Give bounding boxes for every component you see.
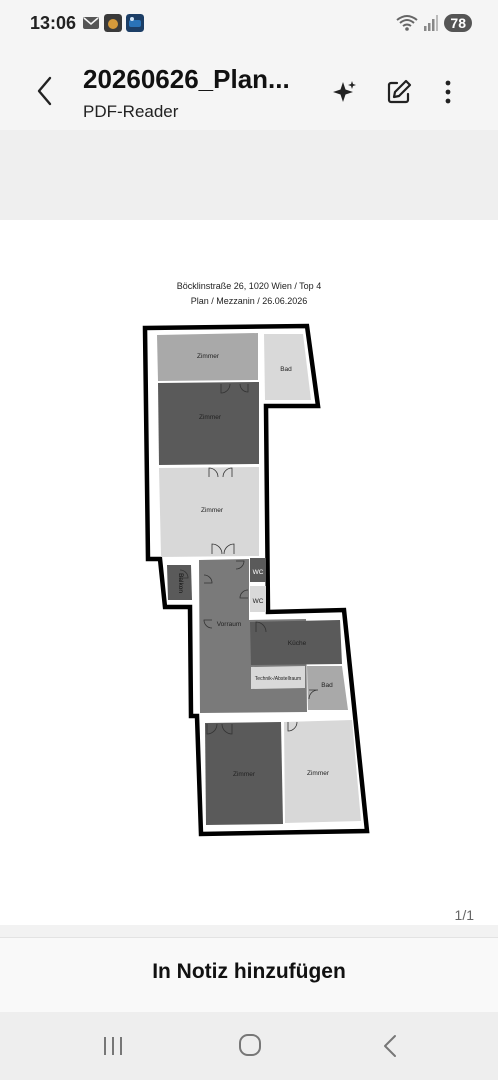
notification-icons (82, 14, 144, 32)
viewer-background (0, 130, 498, 220)
add-to-note-button[interactable]: In Notiz hinzufügen (0, 960, 498, 984)
label-zimmer-br: Zimmer (307, 770, 330, 777)
label-zimmer-mid: Zimmer (201, 507, 224, 514)
battery-indicator: 78 (444, 14, 472, 32)
app-header: 20260626_Plan... PDF-Reader (0, 48, 498, 130)
wifi-icon (396, 15, 419, 31)
add-to-note-bar: In Notiz hinzufügen (0, 937, 498, 1012)
status-time: 13:06 (30, 13, 77, 33)
page-indicator: 1/1 (454, 907, 474, 923)
label-vorraum: Vorraum (217, 621, 242, 628)
mail-notification-icon (83, 17, 99, 29)
label-zimmer-bl: Zimmer (233, 771, 256, 778)
back-nav-icon[interactable] (375, 1032, 405, 1060)
label-zimmer-top: Zimmer (197, 353, 220, 360)
floor-plan: Zimmer Bad Zimmer Zimmer WC WC Balkon Vo… (142, 323, 370, 837)
label-bad-low: Bad (321, 682, 333, 689)
recent-apps-icon[interactable] (98, 1032, 128, 1060)
ai-sparkle-icon[interactable] (330, 78, 358, 106)
app-notification-icon (104, 14, 122, 32)
document-title: 20260626_Plan... (83, 64, 290, 94)
weather-notification-icon (126, 14, 144, 32)
status-right: 78 (396, 14, 472, 32)
label-wc2: WC (253, 598, 264, 605)
status-bar: 13:06 78 (0, 0, 498, 48)
label-wc1: WC (253, 569, 264, 576)
label-kueche: Küche (288, 640, 307, 647)
back-icon[interactable] (30, 74, 60, 108)
signal-icon (424, 15, 439, 31)
label-technik: Technik-/Abstellraum (255, 676, 301, 682)
label-zimmer-dark: Zimmer (199, 414, 222, 421)
label-bad-top: Bad (280, 366, 292, 373)
room-zimmer-dark (158, 382, 259, 465)
label-balkon: Balkon (177, 573, 184, 593)
pdf-page[interactable]: Böcklinstraße 26, 1020 Wien / Top 4 Plan… (0, 220, 498, 925)
system-nav-bar (0, 1012, 498, 1080)
edit-icon[interactable] (385, 78, 413, 106)
home-icon[interactable] (235, 1032, 265, 1060)
app-subtitle: PDF-Reader (83, 102, 179, 121)
more-options-icon[interactable] (434, 78, 462, 106)
